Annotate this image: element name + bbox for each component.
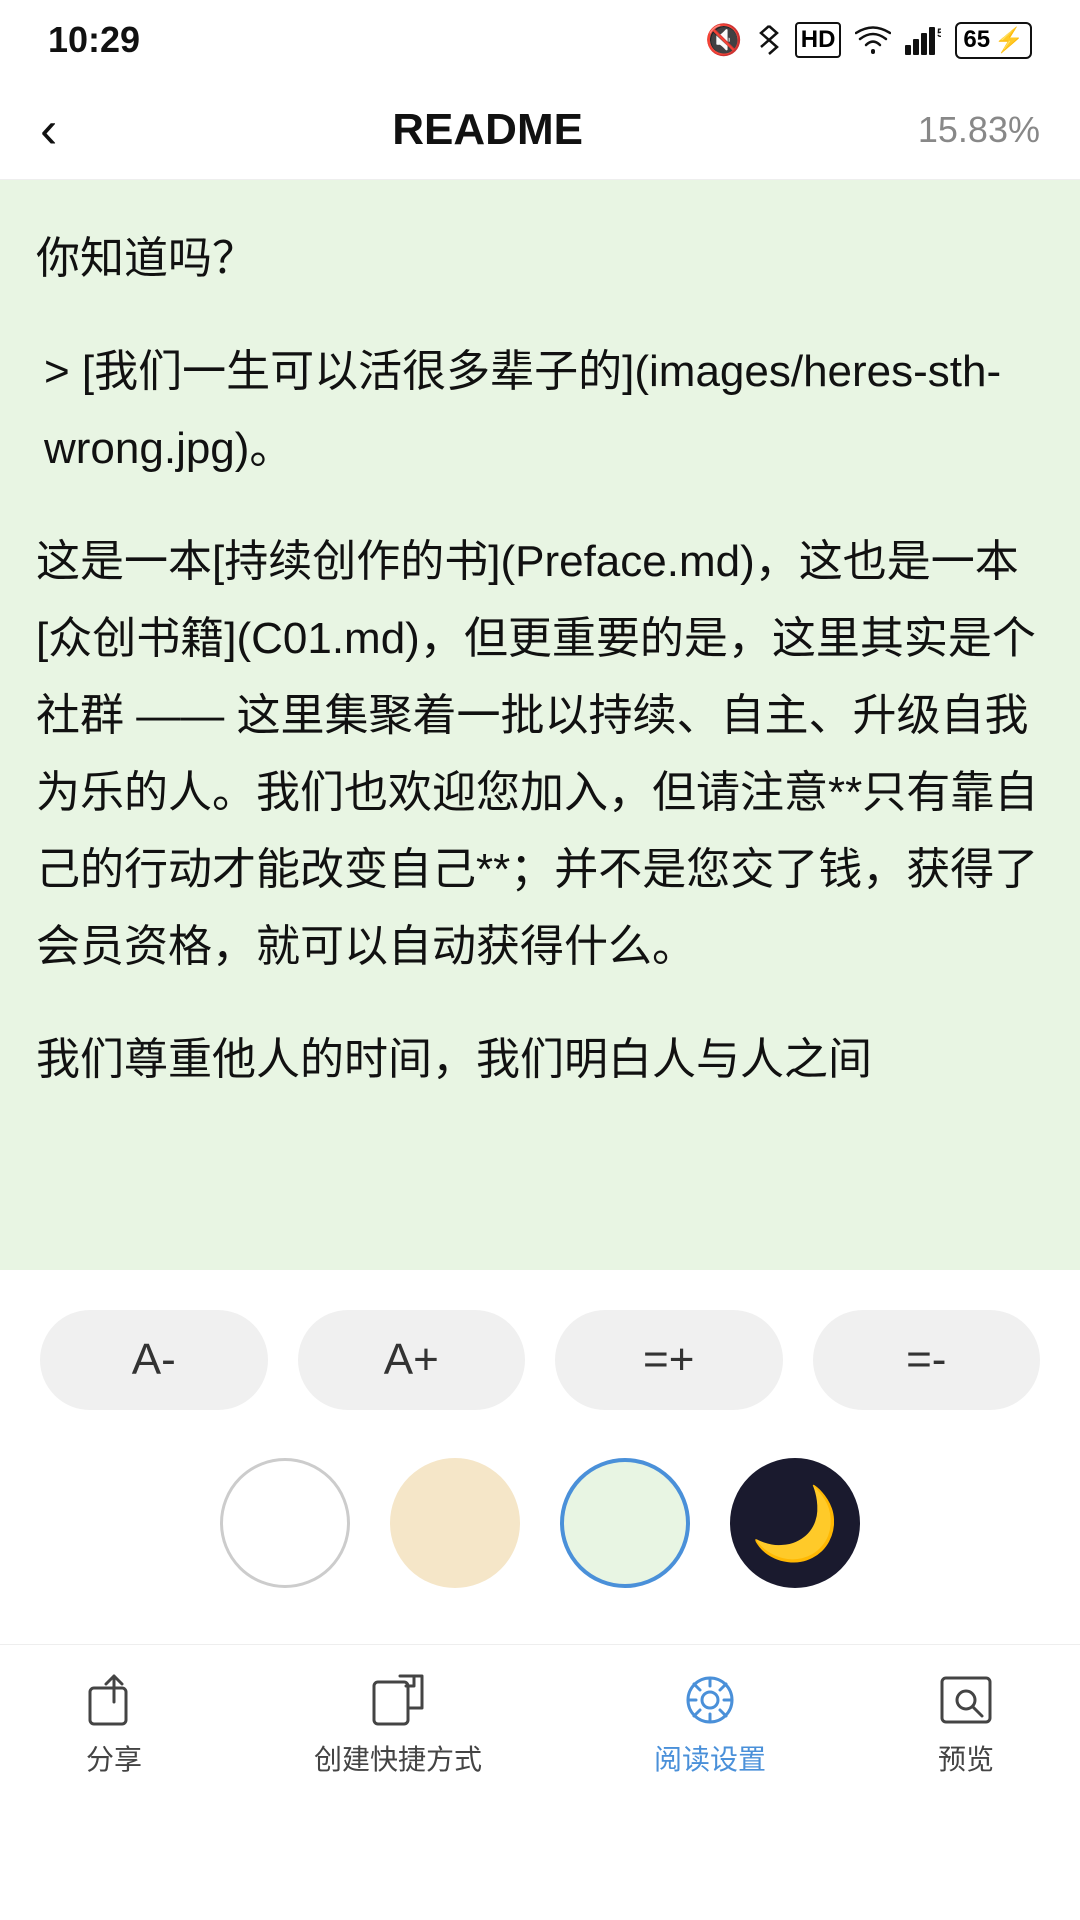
- theme-green-button[interactable]: [560, 1458, 690, 1588]
- bluetooth-icon: [757, 22, 781, 58]
- font-increase-button[interactable]: A+: [298, 1310, 526, 1410]
- paragraph-1: 你知道吗？: [36, 220, 1044, 297]
- font-decrease-button[interactable]: A-: [40, 1310, 268, 1410]
- status-bar: 10:29 🔇 HD 5G 65 ⚡: [0, 0, 1080, 80]
- nav-share-label: 分享: [86, 1738, 142, 1778]
- share-icon: [86, 1672, 142, 1728]
- reading-settings-icon: [682, 1672, 738, 1728]
- bottom-nav: 分享 创建快捷方式 阅读设置 预览: [0, 1644, 1080, 1824]
- nav-shortcut-label: 创建快捷方式: [314, 1738, 482, 1778]
- hd-icon: HD: [795, 22, 842, 57]
- reading-text: 你知道吗？ > [我们一生可以活很多辈子的](images/heres-sth-…: [36, 220, 1044, 1098]
- paragraph-2: > [我们一生可以活很多辈子的](images/heres-sth-wrong.…: [36, 333, 1044, 487]
- paragraph-3: 这是一本[持续创作的书](Preface.md)，这也是一本[众创书籍](C01…: [36, 523, 1044, 985]
- spacing-decrease-button[interactable]: =-: [813, 1310, 1041, 1410]
- svg-text:5G: 5G: [937, 26, 941, 40]
- reading-progress: 15.83%: [918, 109, 1040, 151]
- nav-reading-settings-label: 阅读设置: [654, 1738, 766, 1778]
- battery-level: 65: [963, 26, 990, 54]
- header: ‹ README 15.83%: [0, 80, 1080, 180]
- bottom-panel: A- A+ =+ =- 🌙: [0, 1270, 1080, 1588]
- page-title: README: [392, 105, 583, 155]
- status-time: 10:29: [48, 19, 140, 61]
- theme-selector: 🌙: [40, 1458, 1040, 1588]
- nav-preview-label: 预览: [938, 1738, 994, 1778]
- theme-dark-button[interactable]: 🌙: [730, 1458, 860, 1588]
- moon-icon: 🌙: [750, 1481, 840, 1566]
- nav-reading-settings[interactable]: 阅读设置: [654, 1672, 766, 1778]
- wifi-icon: [855, 25, 891, 55]
- status-icons: 🔇 HD 5G 65 ⚡: [705, 22, 1032, 59]
- preview-icon: [938, 1672, 994, 1728]
- spacing-increase-button[interactable]: =+: [555, 1310, 783, 1410]
- font-controls: A- A+ =+ =-: [40, 1310, 1040, 1410]
- paragraph-4: 我们尊重他人的时间，我们明白人与人之间: [36, 1021, 1044, 1098]
- back-button[interactable]: ‹: [40, 100, 57, 160]
- theme-beige-button[interactable]: [390, 1458, 520, 1588]
- reading-content: 你知道吗？ > [我们一生可以活很多辈子的](images/heres-sth-…: [0, 180, 1080, 1270]
- theme-white-button[interactable]: [220, 1458, 350, 1588]
- signal-icon: 5G: [905, 25, 941, 55]
- nav-shortcut[interactable]: 创建快捷方式: [314, 1672, 482, 1778]
- battery-icon: 65 ⚡: [955, 22, 1032, 59]
- mute-icon: 🔇: [705, 23, 742, 58]
- nav-preview[interactable]: 预览: [938, 1672, 994, 1778]
- shortcut-icon: [370, 1672, 426, 1728]
- nav-share[interactable]: 分享: [86, 1672, 142, 1778]
